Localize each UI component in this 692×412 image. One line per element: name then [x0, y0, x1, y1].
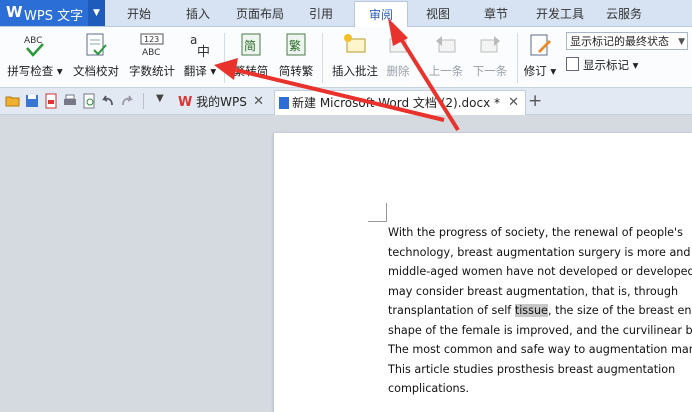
next-comment-label: 下一条 [472, 64, 508, 78]
spell-check-label: 拼写检查 ▾ [7, 64, 63, 78]
icon-text-jian: 简 [244, 39, 256, 53]
quick-access-bar: ▼ W 我的WPS ✕ 新建 Microsoft Word 文档 (2).doc… [0, 88, 692, 115]
track-changes-icon [530, 34, 551, 56]
tab-home[interactable]: 开始 [110, 0, 168, 26]
trad-to-simp-label: 繁转简 [233, 64, 269, 78]
insert-comment-button[interactable]: 插入批注 [328, 27, 382, 87]
show-marks-icon [566, 57, 579, 71]
paragraph-line: The most common and safe way to augmenta… [388, 343, 692, 356]
app-menu-button[interactable]: W WPS 文字 ▼ [0, 0, 105, 26]
simp-to-trad-icon: 繁 [286, 33, 306, 56]
next-arrow-icon [480, 36, 500, 53]
margin-corner-marker [368, 203, 387, 222]
track-changes-label: 修订 ▾ [523, 64, 557, 78]
ribbon-divider [322, 33, 323, 83]
insert-comment-label: 插入批注 [332, 64, 378, 78]
spell-check-icon: ABC [24, 36, 44, 57]
new-tab-plus-icon[interactable]: + [528, 91, 542, 111]
track-changes-text: 修订 [523, 64, 547, 78]
icon-text-fan: 繁 [289, 38, 301, 53]
chevron-down-icon[interactable]: ▼ [156, 93, 164, 104]
toolbar-divider [143, 93, 144, 109]
icon-text-zh: 中 [197, 45, 210, 59]
trad-to-simp-icon: 简 [241, 33, 261, 56]
simp-to-trad-button[interactable]: 繁 简转繁 [274, 27, 318, 87]
previous-comment-button[interactable]: 上一条 [424, 27, 468, 87]
tab-cloud[interactable]: 云服务 [596, 0, 652, 26]
word-count-icon: 123 ABC [140, 33, 164, 58]
previous-arrow-icon [436, 36, 456, 53]
paragraph-line: complications. [388, 382, 470, 395]
menu-bar: W WPS 文字 ▼ 开始 插入 页面布局 引用 审阅 视图 章节 开发工具 云… [0, 0, 692, 29]
markup-display-value: 显示标记的最终状态 [570, 35, 669, 48]
open-folder-icon[interactable] [5, 93, 21, 109]
delete-comment-icon [389, 38, 407, 53]
undo-icon[interactable] [100, 93, 116, 109]
paragraph-line: may consider breast augmentation, that i… [388, 284, 679, 298]
tab-chapter[interactable]: 章节 [470, 0, 522, 26]
previous-comment-label: 上一条 [428, 64, 464, 78]
paragraph-line: technology, breast augmentation surgery … [388, 245, 691, 259]
tab-current-document-label: 新建 Microsoft Word 文档 (2).docx * [292, 96, 500, 110]
tab-review[interactable]: 审阅 [354, 1, 408, 29]
redo-icon[interactable] [119, 93, 135, 109]
doc-proof-icon [86, 33, 107, 56]
document-body[interactable]: With the progress of society, the renewa… [388, 223, 692, 399]
paragraph-line: With the progress of society, the renewa… [388, 226, 683, 239]
delete-comment-button[interactable]: 删除 [383, 27, 413, 87]
simp-to-trad-label: 简转繁 [278, 64, 314, 78]
review-ribbon: ABC 拼写检查 ▾ 文档校对 123 ABC 字数统计 a 中 翻译 ▾ 简 [0, 27, 692, 88]
paragraph-line: transplantation of self tissue, the size… [388, 301, 692, 321]
show-marks-label: 显示标记 [583, 58, 629, 72]
word-count-button[interactable]: 123 ABC 字数统计 [126, 27, 178, 87]
tab-view[interactable]: 视图 [412, 0, 464, 26]
doc-proof-label: 文档校对 [73, 64, 119, 78]
ribbon-divider [224, 33, 225, 83]
track-changes-button[interactable]: 修订 ▾ [520, 27, 560, 87]
paragraph-line: This article studies prosthesis breast a… [388, 362, 676, 376]
chevron-down-icon: ▼ [678, 37, 685, 47]
save-icon[interactable] [24, 93, 40, 109]
line-text: transplantation of self [388, 304, 515, 317]
tab-developer[interactable]: 开发工具 [528, 0, 592, 26]
tab-page-layout[interactable]: 页面布局 [228, 0, 292, 26]
translate-icon: a 中 [190, 33, 210, 59]
icon-text-123: 123 [144, 35, 159, 44]
close-icon[interactable]: ✕ [253, 90, 264, 114]
line-text: , the size of the breast enla [547, 304, 692, 317]
markup-display-select[interactable]: 显示标记的最终状态 ▼ [566, 32, 688, 50]
spell-check-text: 拼写检查 [7, 64, 54, 78]
translate-label: 翻译 ▾ [183, 64, 217, 78]
tab-insert[interactable]: 插入 [170, 0, 226, 26]
tab-references[interactable]: 引用 [295, 0, 347, 26]
insert-comment-icon [344, 34, 366, 53]
trad-to-simp-button[interactable]: 简 繁转简 [230, 27, 272, 87]
translate-text: 翻译 [183, 64, 207, 78]
chevron-down-icon[interactable]: ▼ [88, 0, 105, 26]
ribbon-divider [517, 33, 518, 83]
highlighted-word: tissue [514, 304, 548, 317]
show-marks-button[interactable]: 显示标记 ▾ [566, 57, 676, 75]
print-preview-icon[interactable] [81, 93, 97, 109]
tab-my-wps[interactable]: W 我的WPS ✕ [178, 90, 270, 114]
delete-comment-label: 删除 [386, 64, 410, 78]
spell-check-button[interactable]: ABC 拼写检查 ▾ [4, 27, 66, 87]
app-name: WPS 文字 [24, 9, 84, 24]
translate-button[interactable]: a 中 翻译 ▾ [180, 27, 220, 87]
icon-text-abc: ABC [24, 36, 42, 46]
paragraph-line: shape of the female is improved, and the… [388, 323, 692, 337]
export-pdf-icon[interactable] [43, 93, 59, 109]
next-comment-button[interactable]: 下一条 [468, 27, 512, 87]
wps-logo-icon: W [6, 3, 23, 21]
tab-my-wps-label: 我的WPS [196, 95, 247, 109]
paragraph-line: middle-aged women have not developed or … [388, 265, 692, 278]
doc-proof-button[interactable]: 文档校对 [70, 27, 122, 87]
wps-logo-icon: W [178, 95, 193, 110]
icon-text-abc2: ABC [142, 48, 160, 58]
word-count-label: 字数统计 [129, 64, 175, 78]
tab-current-document[interactable]: 新建 Microsoft Word 文档 (2).docx * ✕ [274, 90, 526, 115]
print-icon[interactable] [62, 93, 78, 109]
word-doc-icon [279, 97, 289, 109]
close-icon[interactable]: ✕ [508, 91, 519, 115]
